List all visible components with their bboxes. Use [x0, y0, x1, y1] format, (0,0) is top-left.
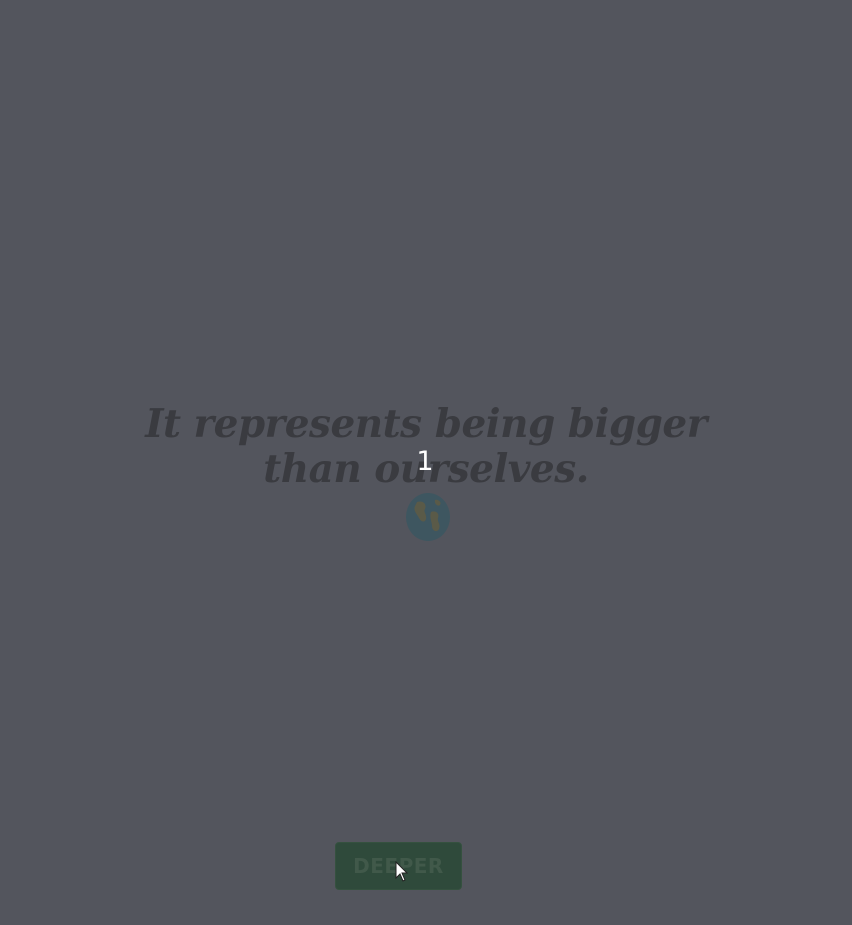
globe-emoji-icon [406, 493, 450, 541]
mouse-pointer-icon [395, 861, 409, 882]
page-stage: It represents being bigger than ourselve… [0, 0, 852, 925]
slide-counter: 1 [416, 446, 434, 477]
